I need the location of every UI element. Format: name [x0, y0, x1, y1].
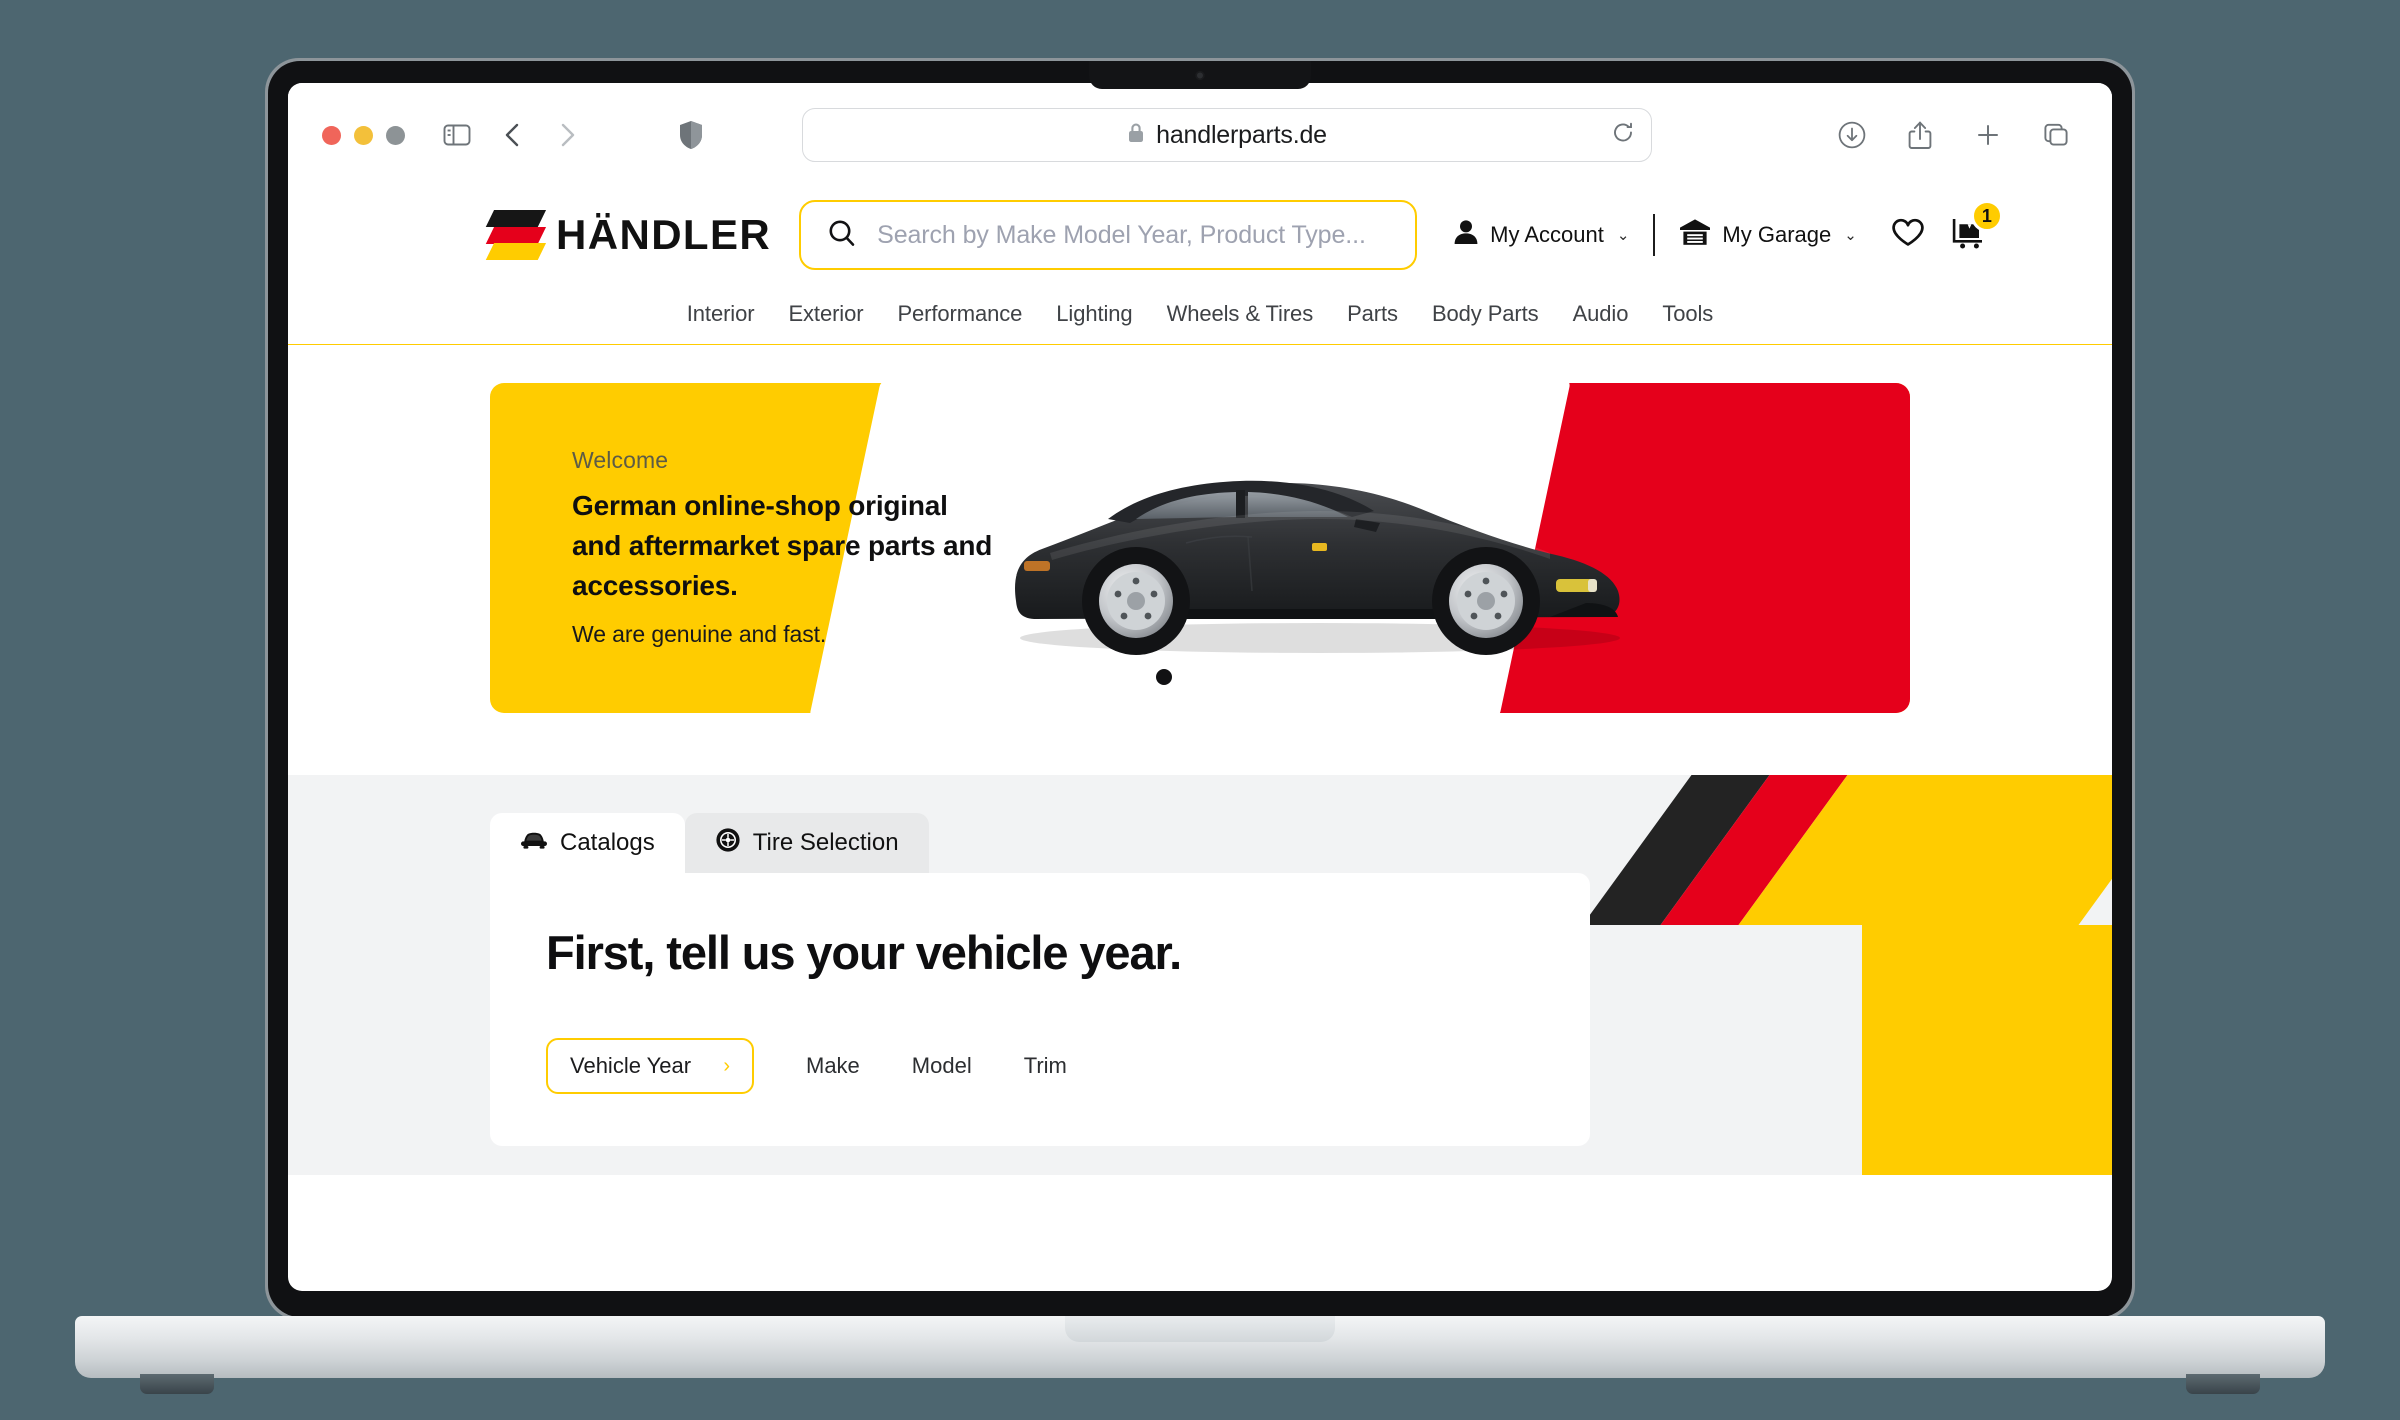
download-icon[interactable] [1830, 113, 1874, 157]
laptop-lid: handlerparts.de HÄNDLER Search by Make M… [265, 58, 2135, 1320]
step-trim[interactable]: Trim [998, 1053, 1093, 1079]
privacy-shield-icon[interactable] [669, 113, 713, 157]
webcam-notch [1089, 61, 1311, 89]
minimize-window-button[interactable] [354, 125, 373, 145]
laptop-base [75, 1316, 2325, 1378]
browser-toolbar: handlerparts.de [288, 83, 2112, 187]
hero-title: German online-shop original and aftermar… [572, 490, 993, 601]
search-icon [827, 218, 857, 253]
nav-item-lighting[interactable]: Lighting [1056, 301, 1132, 327]
user-icon [1453, 218, 1479, 252]
laptop-foot-left [140, 1374, 214, 1394]
nav-item-wheels-tires[interactable]: Wheels & Tires [1167, 301, 1314, 327]
search-input[interactable]: Search by Make Model Year, Product Type.… [799, 200, 1418, 270]
carousel-dot-3[interactable] [1228, 669, 1244, 685]
chevron-down-icon: ⌄ [1616, 227, 1630, 244]
reload-button[interactable] [1611, 121, 1635, 150]
carousel-dot-2[interactable] [1192, 669, 1208, 685]
heart-icon [1891, 217, 1925, 253]
carousel-dots [1156, 669, 1244, 685]
url-text: handlerparts.de [1156, 120, 1327, 149]
back-button[interactable] [491, 113, 535, 157]
hero-banner: Welcome German online-shop original and … [490, 383, 1910, 713]
site-header: HÄNDLER Search by Make Model Year, Produ… [288, 187, 2112, 283]
step-model[interactable]: Model [886, 1053, 998, 1079]
header-divider [1653, 214, 1656, 256]
nav-item-body-parts[interactable]: Body Parts [1432, 301, 1539, 327]
vehicle-finder-section: Catalogs Tire Selection First, tell us y… [288, 775, 2112, 1175]
my-account-label: My Account [1490, 222, 1604, 247]
chevron-down-icon: ⌄ [1844, 227, 1857, 244]
tab-tire-selection[interactable]: Tire Selection [684, 813, 929, 873]
new-tab-icon[interactable] [1966, 113, 2010, 157]
my-account-button[interactable]: My Account ⌄ [1439, 218, 1643, 252]
car-icon [520, 829, 548, 857]
tab-catalogs-label: Catalogs [560, 829, 655, 856]
share-icon[interactable] [1898, 113, 1942, 157]
hero-car-image [1015, 480, 1620, 655]
vehicle-year-dropdown[interactable]: Vehicle Year › [546, 1038, 754, 1094]
garage-icon [1679, 218, 1711, 252]
close-window-button[interactable] [322, 125, 341, 145]
finder-panel: First, tell us your vehicle year. Vehicl… [490, 873, 1590, 1146]
laptop-foot-right [2186, 1374, 2260, 1394]
finder-title: First, tell us your vehicle year. [546, 926, 1182, 979]
wishlist-button[interactable] [1885, 212, 1931, 258]
toolbar-actions [1830, 113, 2078, 157]
step-make[interactable]: Make [780, 1053, 886, 1079]
vehicle-year-label: Vehicle Year [570, 1053, 692, 1078]
site-logo[interactable]: HÄNDLER [485, 210, 772, 260]
finder-steps: Vehicle Year › Make Model Trim [546, 1038, 1534, 1094]
hero-eyebrow: Welcome [572, 447, 669, 473]
laptop-mockup: handlerparts.de HÄNDLER Search by Make M… [0, 0, 2400, 1420]
my-garage-button[interactable]: My Garage ⌄ [1665, 218, 1870, 252]
tab-overview-icon[interactable] [2034, 113, 2078, 157]
window-controls [322, 125, 405, 145]
my-garage-label: My Garage [1722, 222, 1832, 247]
sidebar-toggle-icon[interactable] [435, 113, 479, 157]
nav-item-tools[interactable]: Tools [1662, 301, 1713, 327]
address-bar[interactable]: handlerparts.de [802, 108, 1652, 162]
german-flag-icon [485, 210, 547, 260]
webcam-icon [1195, 71, 1205, 80]
cart-count-badge: 1 [1970, 200, 2003, 232]
cart-button[interactable]: 1 [1945, 200, 2003, 258]
hero-copy: Welcome German online-shop original and … [572, 447, 1002, 648]
primary-nav: Interior Exterior Performance Lighting W… [288, 283, 2112, 345]
forward-button[interactable] [545, 113, 589, 157]
nav-item-exterior[interactable]: Exterior [788, 301, 863, 327]
browser-screen: handlerparts.de HÄNDLER Search by Make M… [288, 83, 2112, 1291]
search-placeholder: Search by Make Model Year, Product Type.… [877, 220, 1366, 249]
yellow-accent-block [1862, 925, 2112, 1175]
wheel-icon [715, 827, 741, 860]
hero-section: Welcome German online-shop original and … [288, 345, 2112, 775]
tab-catalogs[interactable]: Catalogs [490, 813, 685, 873]
hero-subtitle: We are genuine and fast. [572, 621, 827, 648]
chevron-right-icon: › [723, 1054, 730, 1077]
maximize-window-button[interactable] [386, 125, 405, 145]
nav-item-performance[interactable]: Performance [897, 301, 1022, 327]
lock-icon [1127, 122, 1145, 149]
header-actions: My Account ⌄ My Garage ⌄ 1 [1439, 200, 2003, 258]
carousel-dot-1[interactable] [1156, 669, 1172, 685]
nav-item-audio[interactable]: Audio [1573, 301, 1629, 327]
nav-item-parts[interactable]: Parts [1347, 301, 1398, 327]
nav-item-interior[interactable]: Interior [687, 301, 755, 327]
logo-text: HÄNDLER [556, 211, 772, 258]
tab-tire-selection-label: Tire Selection [752, 829, 899, 856]
finder-tabs: Catalogs Tire Selection [490, 813, 929, 873]
